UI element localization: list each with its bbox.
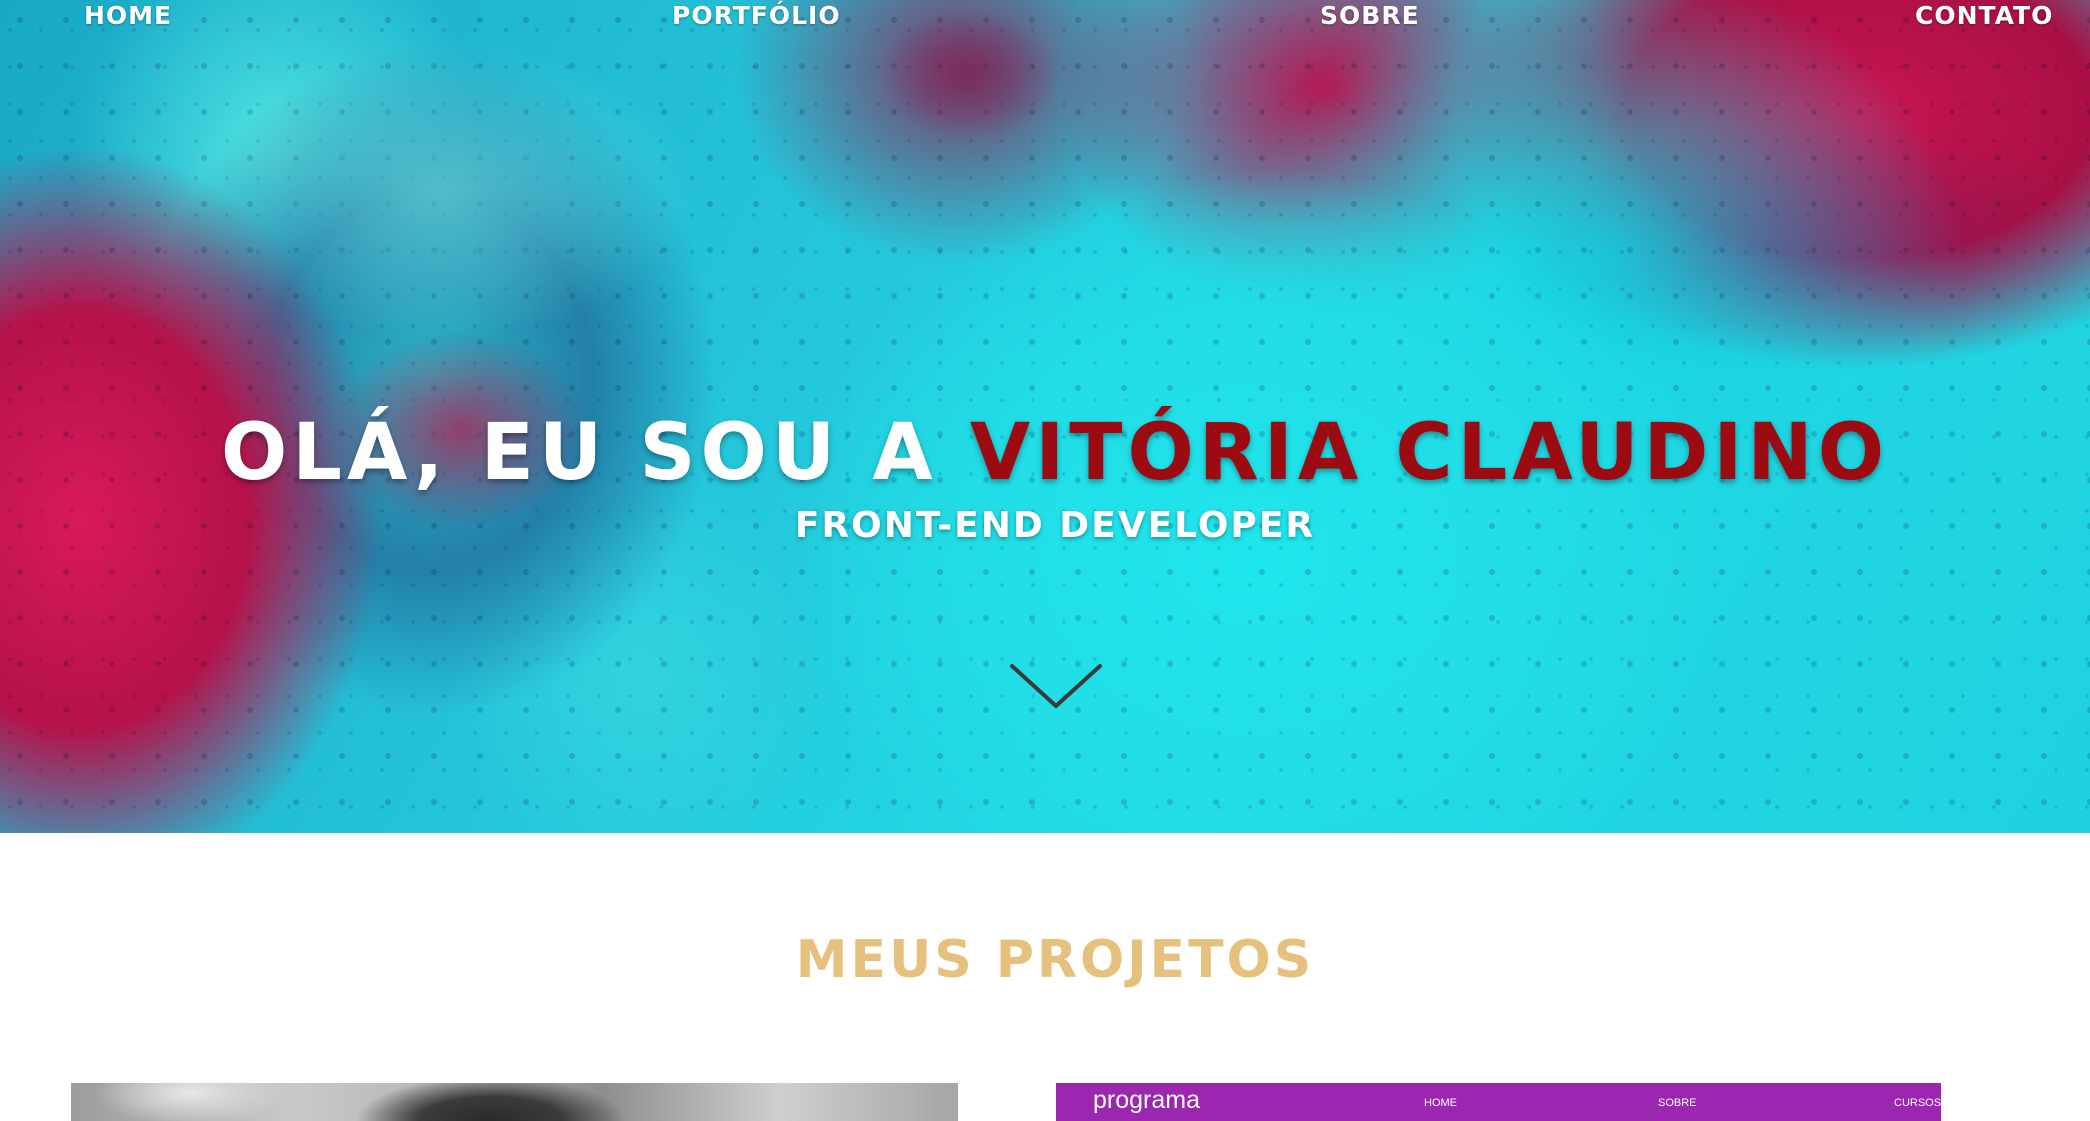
hero-background-swirl bbox=[180, 40, 700, 340]
hero-role: FRONT-END DEVELOPER bbox=[794, 505, 1316, 546]
top-navigation: HOME PORTFÓLIO SOBRE CONTATO bbox=[0, 0, 2090, 40]
nav-link-contato[interactable]: CONTATO bbox=[1915, 0, 2053, 32]
hero-section: HOME PORTFÓLIO SOBRE CONTATO OLÁ, EU SOU… bbox=[0, 0, 2090, 833]
nav-link-home[interactable]: HOME bbox=[84, 0, 172, 32]
hero-greeting: OLÁ, EU SOU A bbox=[221, 408, 970, 498]
project-preview-nav-item: HOME bbox=[1424, 1097, 1457, 1109]
projects-section-title: MEUS PROJETOS bbox=[795, 930, 1315, 990]
project-card-photo[interactable] bbox=[71, 1083, 958, 1121]
hero-name: VITÓRIA CLAUDINO bbox=[969, 408, 1889, 498]
hero-background-swirl bbox=[1480, 120, 2090, 380]
nav-link-portfolio[interactable]: PORTFÓLIO bbox=[672, 0, 841, 32]
project-preview-nav-item: SOBRE bbox=[1658, 1097, 1697, 1109]
project-card-programa[interactable]: programa HOME SOBRE CURSOS bbox=[1056, 1083, 1941, 1121]
project-preview-brand: programa bbox=[1093, 1086, 1200, 1114]
chevron-down-icon[interactable] bbox=[1008, 660, 1104, 712]
nav-link-sobre[interactable]: SOBRE bbox=[1320, 0, 1420, 32]
project-preview-nav-item: CURSOS bbox=[1894, 1097, 1941, 1109]
hero-headline: OLÁ, EU SOU A VITÓRIA CLAUDINO bbox=[0, 405, 2090, 501]
